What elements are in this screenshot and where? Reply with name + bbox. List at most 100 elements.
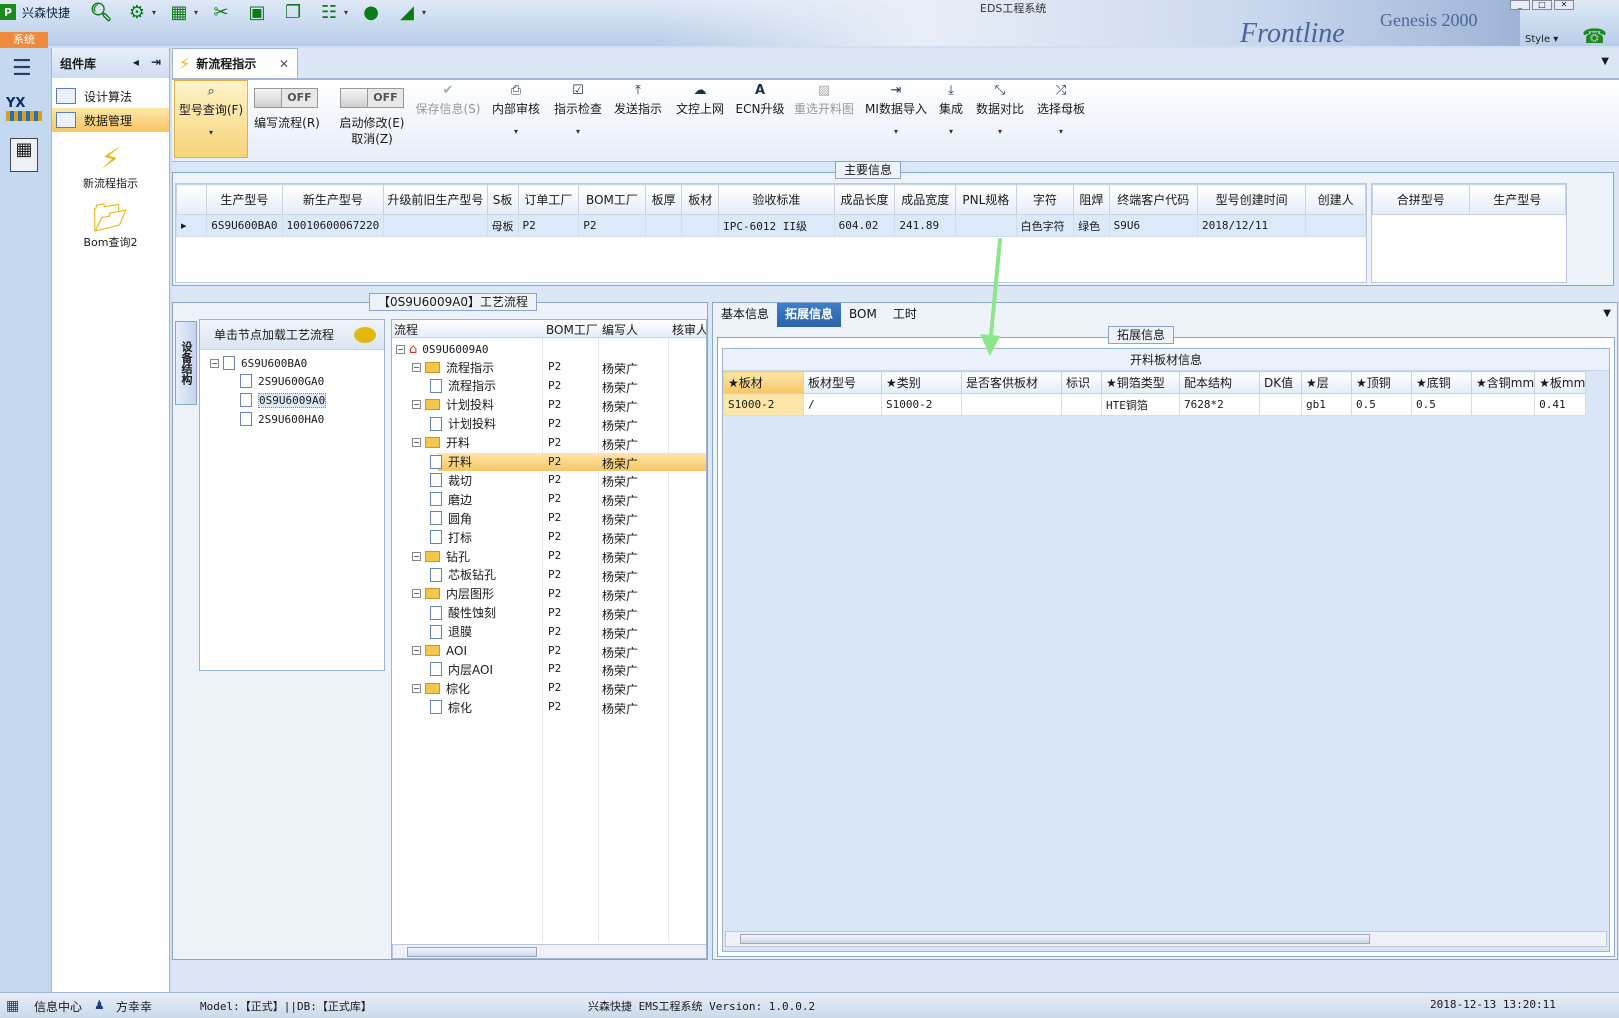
tree-node[interactable]: − 内层图形 bbox=[412, 585, 494, 603]
internal-review-button[interactable]: ⎙ 内部审核 ▾ bbox=[488, 80, 544, 158]
column-header[interactable]: DK值 bbox=[1259, 371, 1302, 394]
column-header[interactable]: 配本结构 bbox=[1179, 371, 1260, 394]
table-cell[interactable] bbox=[961, 393, 1062, 416]
reselect-image-button[interactable]: ▨ 重选开料图 bbox=[790, 80, 858, 158]
hamburger-menu-icon[interactable]: ☰ bbox=[12, 56, 32, 81]
collapse-icon[interactable]: − bbox=[412, 400, 421, 410]
table-cell[interactable]: 0.5 bbox=[1411, 393, 1472, 416]
column-header[interactable]: 订单工厂 bbox=[517, 184, 580, 215]
mi-import-button[interactable]: ⇥ MI数据导入 ▾ bbox=[862, 80, 930, 158]
maximize-button[interactable]: □ bbox=[1532, 0, 1552, 10]
write-flow-toggle[interactable]: OFF bbox=[254, 88, 318, 108]
table-cell[interactable] bbox=[644, 214, 683, 237]
send-instruction-button[interactable]: ⤒ 发送指示 bbox=[610, 80, 666, 158]
grid-icon[interactable]: ▦ bbox=[166, 1, 192, 23]
column-header[interactable]: ★类别 bbox=[881, 371, 962, 394]
style-menu[interactable]: Style ▾ bbox=[1525, 34, 1558, 45]
library-item-design-algorithm[interactable]: 设计算法 bbox=[52, 84, 169, 108]
column-header[interactable]: 是否客供板材 bbox=[961, 371, 1062, 394]
column-header[interactable]: 标识 bbox=[1061, 371, 1102, 394]
tab-0[interactable]: 基本信息 bbox=[713, 303, 777, 327]
table-cell[interactable]: 母板 bbox=[486, 214, 519, 237]
tree-node[interactable]: 开料 bbox=[430, 453, 472, 471]
data-compare-button[interactable]: ⤡ 数据对比 ▾ bbox=[972, 80, 1028, 158]
tree-node[interactable]: 芯板钻孔 bbox=[430, 566, 496, 584]
chevron-down-icon[interactable]: ▾ bbox=[422, 8, 426, 17]
phone-icon[interactable]: ☎ bbox=[1582, 24, 1607, 48]
column-header[interactable]: 编写人 bbox=[602, 321, 638, 338]
table-cell[interactable]: 241.89 bbox=[894, 214, 957, 237]
tree-node[interactable]: 计划投料 bbox=[430, 415, 496, 433]
column-header[interactable]: 流程 bbox=[394, 321, 418, 338]
table-row[interactable]: ▸ 6S9U600BA0 10010600067220 母板 P2 P2 IPC-6012 … bbox=[176, 214, 1366, 237]
collapse-icon[interactable]: − bbox=[210, 358, 219, 368]
model-query-button[interactable]: ⌕ 型号查询(F) ▾ bbox=[174, 80, 248, 158]
ecn-upgrade-button[interactable]: A ECN升级 bbox=[732, 80, 788, 158]
table-cell[interactable]: 604.02 bbox=[833, 214, 896, 237]
scissors-icon[interactable]: ✂ bbox=[208, 1, 234, 23]
table-cell[interactable] bbox=[1470, 393, 1536, 416]
tree-node[interactable]: 2S9U600HA0 bbox=[240, 410, 324, 428]
auto-modify-toggle[interactable]: OFF bbox=[340, 88, 404, 108]
close-tab-icon[interactable]: ✕ bbox=[279, 57, 289, 71]
table-cell[interactable]: 6S9U600BA0 bbox=[206, 214, 283, 237]
calculator-icon[interactable]: ▦ bbox=[10, 138, 38, 172]
side-tab-equipment[interactable]: 设备结构 bbox=[175, 321, 197, 405]
table-cell[interactable]: IPC-6012 II级 bbox=[718, 214, 835, 237]
table-cell[interactable]: 0.5 bbox=[1351, 393, 1412, 416]
column-header[interactable]: ★底铜 bbox=[1411, 371, 1472, 394]
table-cell[interactable]: 白色字符 bbox=[1015, 214, 1075, 237]
cancel-button[interactable]: 取消(Z) bbox=[332, 130, 412, 147]
column-header[interactable]: 阻焊 bbox=[1073, 184, 1110, 215]
table-cell[interactable]: S1000-2 bbox=[881, 393, 962, 416]
column-header[interactable]: ★顶铜 bbox=[1351, 371, 1412, 394]
tree-node[interactable]: − 6S9U600BA0 bbox=[210, 354, 307, 372]
minimize-button[interactable]: _ bbox=[1510, 0, 1530, 10]
settings-icon[interactable]: ⚙ bbox=[124, 1, 150, 23]
column-header[interactable]: 成品宽度 bbox=[894, 184, 957, 215]
tree-node[interactable]: − 计划投料 bbox=[412, 396, 494, 414]
scroll-thumb[interactable] bbox=[740, 934, 1370, 944]
search-icon[interactable]: 🔍︎ bbox=[88, 1, 114, 23]
table-cell[interactable]: S9U6 bbox=[1108, 214, 1198, 237]
chevron-down-icon[interactable]: ▼ bbox=[1601, 56, 1609, 67]
column-header[interactable]: ★含铜mm bbox=[1470, 371, 1536, 394]
collapse-icon[interactable]: − bbox=[412, 589, 421, 599]
chevron-down-icon[interactable]: ▼ bbox=[1603, 308, 1611, 319]
column-header[interactable]: 升级前旧生产型号 bbox=[383, 184, 488, 215]
chevron-down-icon[interactable]: ▾ bbox=[194, 8, 198, 17]
collapse-icon[interactable]: − bbox=[412, 646, 421, 655]
scroll-thumb[interactable] bbox=[407, 947, 537, 957]
select-master-button[interactable]: ⤮ 选择母板 ▾ bbox=[1032, 80, 1090, 158]
column-header[interactable]: ★板材 bbox=[723, 371, 804, 394]
tree-node[interactable]: 棕化 bbox=[430, 698, 472, 716]
flow-tree-hscroll[interactable] bbox=[392, 944, 706, 958]
row-indicator[interactable]: ▸ bbox=[176, 214, 208, 237]
tree-node[interactable]: 流程指示 bbox=[430, 377, 496, 395]
column-header[interactable]: 创建人 bbox=[1305, 184, 1366, 215]
column-header[interactable]: 板厚 bbox=[644, 184, 683, 215]
library-item-data-management[interactable]: 数据管理 bbox=[52, 108, 169, 132]
table-cell[interactable]: 0.41 bbox=[1534, 393, 1587, 416]
table-row[interactable]: S1000-2/S1000-2 HTE铜箔 7628*2 gb1 0.5 0.5 0.41 bbox=[723, 393, 1587, 416]
column-header[interactable]: 终端客户代码 bbox=[1108, 184, 1198, 215]
table-cell[interactable] bbox=[1305, 214, 1366, 237]
table-cell[interactable] bbox=[383, 214, 488, 237]
column-header[interactable]: 合拼型号 bbox=[1372, 184, 1470, 215]
tab-1[interactable]: 拓展信息 bbox=[777, 303, 842, 327]
column-header[interactable]: 板材 bbox=[681, 184, 720, 215]
tree-node[interactable]: 酸性蚀刻 bbox=[430, 604, 496, 622]
material-hscroll[interactable] bbox=[725, 931, 1607, 947]
chevron-down-icon[interactable]: ▾ bbox=[152, 8, 156, 17]
tree-node[interactable]: − 开料 bbox=[412, 434, 470, 452]
table-cell[interactable]: P2 bbox=[578, 214, 646, 237]
tree-node[interactable]: − 棕化 bbox=[412, 679, 470, 697]
table-cell[interactable]: gb1 bbox=[1301, 393, 1352, 416]
tree-node[interactable]: − AOI bbox=[412, 642, 467, 660]
instruction-check-button[interactable]: ☑ 指示检查 ▾ bbox=[550, 80, 606, 158]
column-header[interactable]: 字符 bbox=[1015, 184, 1075, 215]
column-header[interactable]: 验收标准 bbox=[718, 184, 835, 215]
table-cell[interactable]: HTE铜箔 bbox=[1101, 393, 1180, 416]
column-header[interactable]: BOM工厂 bbox=[546, 321, 598, 338]
table-cell[interactable] bbox=[1061, 393, 1102, 416]
